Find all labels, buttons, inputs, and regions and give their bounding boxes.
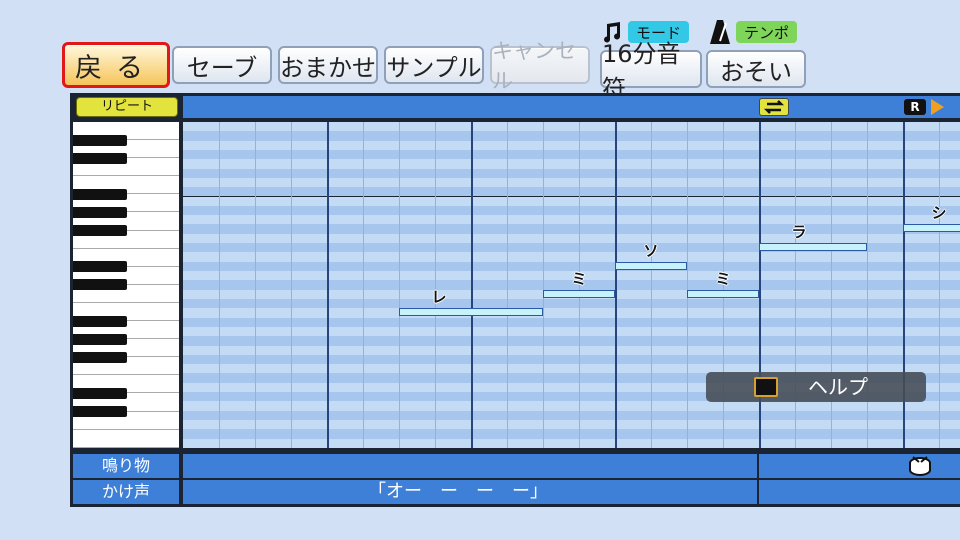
grid-line: [543, 122, 544, 448]
tempo-button-label: おそい: [720, 57, 792, 86]
grid-row: [183, 317, 960, 327]
note-bar[interactable]: [687, 289, 759, 298]
r-button-label: R: [910, 100, 920, 114]
note-label: ラ: [791, 223, 807, 242]
tempo-button[interactable]: おそい: [706, 50, 806, 88]
piano-black-key[interactable]: [73, 315, 127, 327]
piano-black-key[interactable]: [73, 406, 127, 418]
grid-row: [183, 252, 960, 262]
piano-black-key[interactable]: [73, 225, 127, 237]
piano-black-key[interactable]: [73, 261, 127, 273]
grid-row: [183, 420, 960, 430]
grid-line: [939, 122, 940, 448]
grid-line: [327, 122, 329, 448]
chant-text: 「オー ー ー ー」: [368, 481, 548, 502]
grid-row: [183, 326, 960, 337]
repeat-button-label: リピート: [100, 99, 153, 114]
note-label: ミ: [571, 269, 587, 288]
chant-label: かけ声: [73, 480, 179, 504]
piano-black-key[interactable]: [73, 388, 127, 399]
grid-row: [183, 410, 960, 421]
note-label: ミ: [715, 269, 731, 288]
drum-icon[interactable]: [907, 456, 933, 480]
grid-row: [183, 122, 960, 132]
note-label: シ: [931, 204, 947, 223]
sound-effects-label: 鳴り物: [73, 454, 179, 478]
note-bar[interactable]: [399, 308, 543, 317]
grid-row: [183, 187, 960, 197]
save-button[interactable]: セーブ: [172, 46, 272, 84]
grid-row: [183, 298, 960, 309]
grid-line: [435, 122, 436, 448]
grid-row: [183, 140, 960, 150]
piano-black-key[interactable]: [73, 134, 127, 146]
grid-line: [687, 122, 688, 448]
grid-row: [183, 233, 960, 244]
grid-line: [507, 122, 508, 448]
help-book-icon: [754, 377, 778, 397]
grid-row: [183, 168, 960, 178]
grid-row: [183, 345, 960, 355]
grid-row: [183, 159, 960, 169]
note-label: ソ: [643, 241, 659, 260]
grid-line: [399, 122, 400, 448]
save-button-label: セーブ: [186, 53, 258, 82]
piano-black-key[interactable]: [73, 188, 127, 200]
piano-black-key[interactable]: [73, 207, 127, 218]
note-bar[interactable]: [615, 261, 687, 270]
loop-marker-icon[interactable]: [759, 98, 789, 116]
grid-line: [219, 122, 220, 448]
grid-row: [183, 438, 960, 448]
metronome-icon: [708, 19, 732, 45]
back-button[interactable]: 戻る: [62, 42, 170, 88]
grid-row: [183, 205, 960, 216]
note-length-button[interactable]: 16分音符: [600, 40, 702, 103]
grid-line: [615, 122, 617, 448]
piano-black-key[interactable]: [73, 351, 127, 363]
grid-row: [183, 131, 960, 141]
grid-line: [651, 122, 652, 448]
note-bar[interactable]: [543, 289, 615, 298]
piano-black-key[interactable]: [73, 333, 127, 345]
sample-button-label: サンプル: [386, 53, 482, 82]
r-button[interactable]: R: [904, 99, 926, 115]
help-button[interactable]: ヘルプ: [706, 372, 926, 402]
grid-row: [183, 401, 960, 411]
tempo-indicator: テンポ: [708, 19, 798, 45]
grid-line: [471, 122, 473, 448]
note-bar[interactable]: [903, 224, 960, 233]
piano-black-key[interactable]: [73, 279, 127, 291]
grid-line: [363, 122, 364, 448]
grid-line: [255, 122, 256, 448]
auto-compose-button[interactable]: おまかせ: [278, 46, 378, 84]
cancel-button-label: キャンセル: [492, 39, 576, 93]
grid-row: [183, 354, 960, 365]
help-label: ヘルプ: [808, 375, 868, 399]
play-arrow-icon[interactable]: [931, 99, 944, 115]
grid-row: [183, 429, 960, 439]
grid-line: [291, 122, 292, 448]
piano-white-key[interactable]: [73, 430, 179, 448]
repeat-button[interactable]: リピート: [76, 97, 178, 117]
grid-row: [183, 224, 960, 234]
grid-row: [183, 149, 960, 160]
cancel-button[interactable]: キャンセル: [490, 39, 590, 93]
grid-row: [183, 196, 960, 206]
grid-row: [183, 336, 960, 346]
timeline-bar: R: [183, 96, 960, 118]
piano-black-key[interactable]: [73, 152, 127, 164]
sound-effects-track[interactable]: [183, 454, 960, 478]
note-bar[interactable]: [759, 243, 867, 252]
grid-row: [183, 177, 960, 188]
grid-row: [183, 308, 960, 318]
grid-row: [183, 215, 960, 225]
chant-track[interactable]: 「オー ー ー ー」: [183, 480, 960, 504]
sample-button[interactable]: サンプル: [384, 46, 484, 84]
note-label: レ: [431, 288, 447, 307]
tempo-label: テンポ: [736, 21, 798, 43]
back-button-label: 戻る: [75, 52, 157, 84]
music-editor: リピート R 1 2 レミソミラシ 鳴り物 かけ声 「オー ー ー ー」: [70, 93, 960, 507]
auto-compose-button-label: おまかせ: [280, 53, 376, 82]
piano-keyboard[interactable]: [73, 122, 179, 448]
